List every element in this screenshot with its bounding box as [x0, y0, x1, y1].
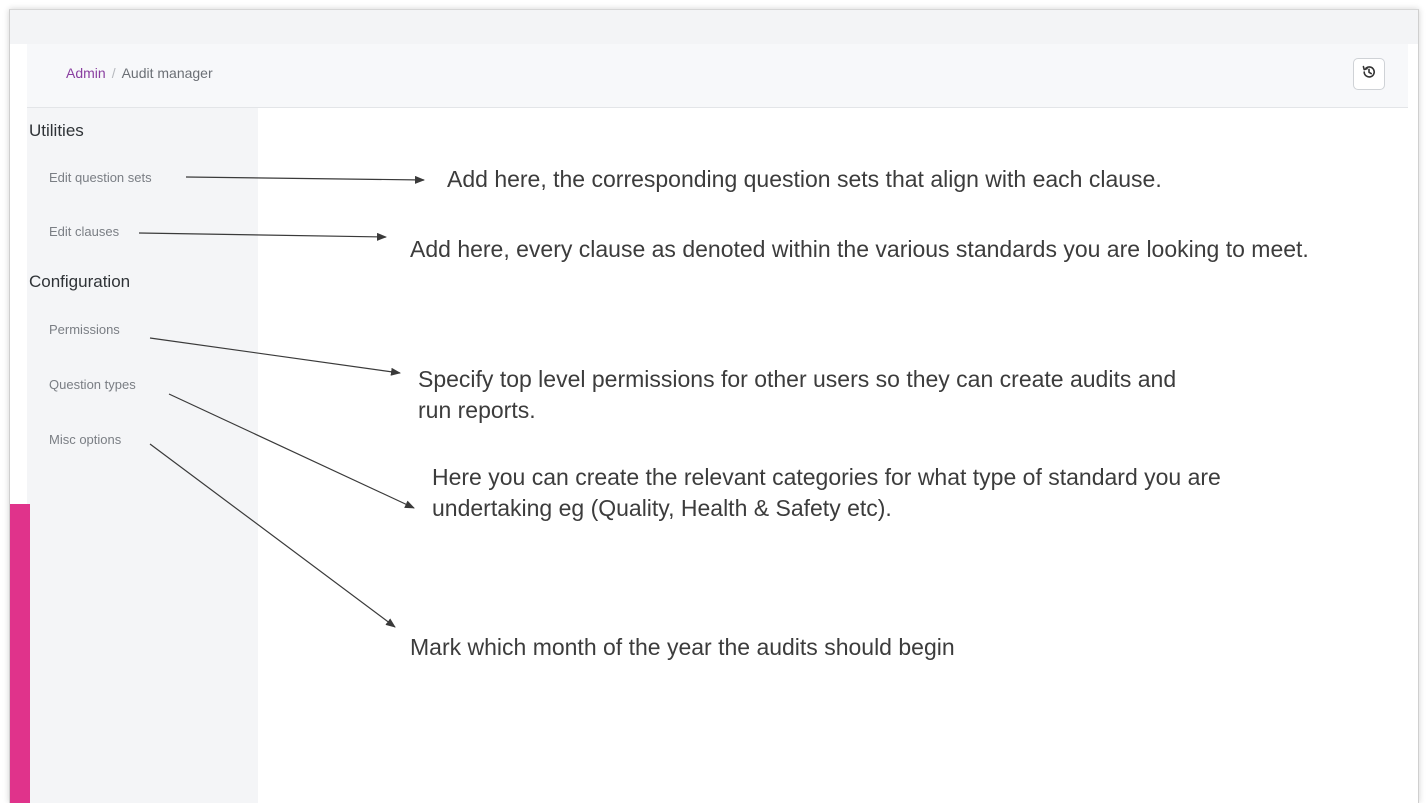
annotation-question-types: Here you can create the relevant categor…: [432, 464, 1221, 521]
sidebar: Utilities Edit question sets Edit clause…: [27, 108, 258, 803]
breadcrumb-current: Audit manager: [121, 65, 213, 81]
sidebar-item-edit-question-sets[interactable]: Edit question sets: [49, 170, 152, 185]
annotation-question-sets: Add here, the corresponding question set…: [447, 166, 1162, 192]
sidebar-item-permissions[interactable]: Permissions: [49, 322, 120, 337]
history-button[interactable]: [1353, 58, 1385, 90]
history-icon: [1361, 64, 1377, 85]
accent-bar: [10, 504, 30, 803]
window-top-bar: [10, 10, 1418, 44]
page-header: Admin / Audit manager: [27, 44, 1408, 108]
breadcrumb: Admin / Audit manager: [66, 65, 213, 81]
section-title-utilities: Utilities: [29, 121, 84, 140]
breadcrumb-admin-link[interactable]: Admin: [66, 65, 106, 81]
breadcrumb-separator: /: [111, 65, 116, 81]
section-title-configuration: Configuration: [29, 272, 131, 291]
sidebar-item-misc-options[interactable]: Misc options: [49, 432, 121, 447]
annotation-permissions: Specify top level permissions for other …: [418, 366, 1177, 423]
sidebar-item-edit-clauses[interactable]: Edit clauses: [49, 224, 119, 239]
annotation-clauses: Add here, every clause as denoted within…: [410, 236, 1309, 262]
sidebar-item-question-types[interactable]: Question types: [49, 377, 136, 392]
annotation-misc-options: Mark which month of the year the audits …: [410, 634, 955, 660]
